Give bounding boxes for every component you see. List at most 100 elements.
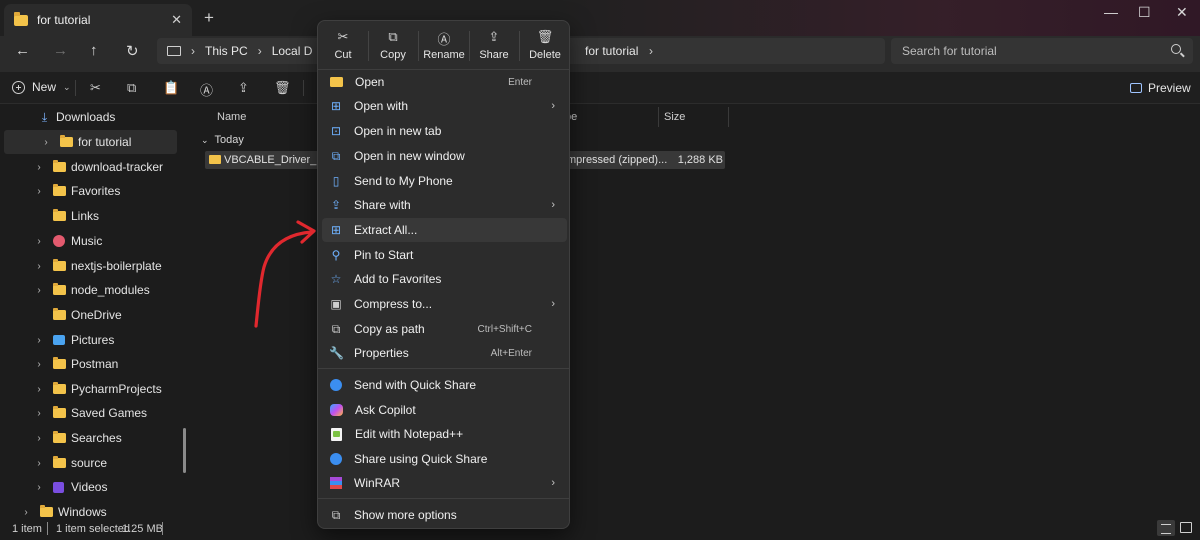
expand-chevron-icon[interactable]: › [34, 359, 44, 370]
menu-item-open-with[interactable]: ⊞ Open with › [322, 94, 567, 118]
copy-button[interactable]: ⧉ Copy [368, 29, 418, 65]
menu-item-share-with[interactable]: ⇪ Share with › [322, 193, 567, 217]
sidebar-item-links[interactable]: Links [0, 204, 186, 228]
sidebar-item-saved-games[interactable]: › Saved Games [0, 401, 186, 425]
sidebar-item-nextjs-boilerplate[interactable]: › nextjs-boilerplate [0, 254, 186, 278]
menu-item-extract-all[interactable]: ⊞ Extract All... [322, 218, 567, 242]
breadcrumb-local-disk[interactable]: Local D [272, 44, 313, 58]
cut-icon[interactable]: ✂ [90, 80, 101, 96]
menu-item-ask-copilot[interactable]: Ask Copilot [322, 398, 567, 422]
minimize-button[interactable]: — [1104, 4, 1118, 20]
menu-item-label: Ask Copilot [355, 403, 416, 417]
menu-item-edit-notepad[interactable]: Edit with Notepad++ [322, 422, 567, 446]
details-view-button[interactable] [1157, 520, 1175, 536]
tiles-view-button[interactable] [1180, 522, 1192, 533]
expand-chevron-icon[interactable]: › [34, 433, 44, 444]
close-window-button[interactable]: ✕ [1176, 4, 1188, 21]
folder-icon [14, 11, 28, 26]
forward-button[interactable]: → [53, 42, 68, 59]
breadcrumb-for-tutorial[interactable]: for tutorial [585, 44, 638, 58]
sidebar-item-favorites[interactable]: › Favorites [0, 179, 186, 203]
menu-item-properties[interactable]: 🔧 Properties Alt+Enter [322, 341, 567, 365]
expand-chevron-icon[interactable]: › [41, 137, 51, 148]
share-icon[interactable]: ⇪ [238, 80, 249, 96]
menu-item-send-quick-share[interactable]: Send with Quick Share [322, 373, 567, 397]
sidebar-item-pycharmprojects[interactable]: › PycharmProjects [0, 377, 186, 401]
copy-icon[interactable]: ⧉ [127, 80, 136, 96]
preview-button[interactable]: Preview [1130, 81, 1191, 95]
column-divider[interactable] [728, 107, 729, 127]
sidebar-item-videos[interactable]: › Videos [0, 475, 186, 499]
back-button[interactable]: ← [15, 42, 30, 59]
menu-item-share-quick-share[interactable]: Share using Quick Share [322, 447, 567, 471]
sidebar-item-postman[interactable]: › Postman [0, 352, 186, 376]
breadcrumb-chevron-icon[interactable]: › [649, 44, 653, 58]
copilot-icon [330, 404, 343, 416]
folder-icon [330, 77, 343, 87]
up-button[interactable]: ↑ [90, 42, 98, 59]
new-tab-button[interactable]: + [204, 8, 214, 28]
menu-item-open-new-tab[interactable]: ⊡ Open in new tab [322, 119, 567, 143]
breadcrumb-chevron-icon[interactable]: › [191, 44, 195, 58]
menu-item-open-new-window[interactable]: ⧉ Open in new window [322, 144, 567, 168]
sidebar-scrollbar[interactable] [183, 428, 186, 473]
rename-icon[interactable]: Ⓐ [200, 80, 213, 99]
sidebar-item-searches[interactable]: › Searches [0, 426, 186, 450]
tab-for-tutorial[interactable]: for tutorial ✕ [4, 4, 192, 36]
delete-icon[interactable]: 🗑 [274, 80, 291, 96]
expand-chevron-icon[interactable]: › [34, 482, 44, 493]
maximize-button[interactable]: ☐ [1138, 4, 1151, 21]
breadcrumb-this-pc[interactable]: This PC [205, 44, 248, 58]
paste-icon[interactable]: 📋 [163, 80, 179, 96]
expand-chevron-icon[interactable]: › [34, 261, 44, 272]
menu-item-pin-to-start[interactable]: ⚲ Pin to Start [322, 243, 567, 267]
chevron-down-icon: ⌄ [201, 134, 209, 145]
group-header-today[interactable]: ⌄ Today [201, 134, 244, 146]
menu-divider [318, 368, 569, 369]
menu-item-add-to-favorites[interactable]: ☆ Add to Favorites [322, 267, 567, 291]
folder-icon [53, 382, 66, 394]
menu-item-label: Add to Favorites [354, 272, 442, 286]
quick-share-icon [330, 453, 342, 465]
sidebar-item-onedrive[interactable]: OneDrive [0, 303, 186, 327]
rename-button[interactable]: Ⓐ Rename [419, 29, 469, 65]
sidebar-item-source[interactable]: › source [0, 451, 186, 475]
expand-chevron-icon[interactable]: › [21, 507, 31, 518]
delete-button[interactable]: 🗑 Delete [520, 29, 570, 65]
search-icon[interactable] [1171, 44, 1181, 54]
sidebar-item-downloads[interactable]: ⤓ Downloads [0, 105, 186, 129]
sidebar-item-label: download-tracker [71, 160, 164, 174]
column-size[interactable]: Size [664, 111, 685, 123]
menu-item-compress-to[interactable]: ▣ Compress to... › [322, 292, 567, 316]
expand-chevron-icon[interactable]: › [34, 335, 44, 346]
expand-chevron-icon[interactable]: › [34, 408, 44, 419]
search-input[interactable]: Search for tutorial [891, 38, 1193, 64]
column-name[interactable]: Name [217, 111, 246, 123]
menu-item-show-more-options[interactable]: ⧉ Show more options [322, 503, 567, 527]
sidebar-item-pictures[interactable]: › Pictures [0, 328, 186, 352]
sidebar-item-for-tutorial[interactable]: › for tutorial [4, 130, 177, 154]
menu-item-copy-as-path[interactable]: ⧉ Copy as path Ctrl+Shift+C [322, 317, 567, 341]
expand-chevron-icon[interactable]: › [34, 236, 44, 247]
close-tab-icon[interactable]: ✕ [171, 12, 182, 28]
expand-chevron-icon[interactable]: › [34, 186, 44, 197]
music-icon [53, 235, 65, 247]
sidebar-item-download-tracker[interactable]: › download-tracker [0, 155, 186, 179]
menu-item-send-to-phone[interactable]: ▯ Send to My Phone [322, 169, 567, 193]
share-icon: ⇪ [488, 29, 500, 44]
cut-button[interactable]: ✂ Cut [318, 29, 368, 65]
expand-chevron-icon[interactable]: › [34, 162, 44, 173]
new-button[interactable]: New ⌄ [12, 80, 71, 94]
breadcrumb-chevron-icon[interactable]: › [258, 44, 262, 58]
expand-chevron-icon[interactable]: › [34, 384, 44, 395]
column-divider[interactable] [658, 107, 659, 127]
expand-chevron-icon[interactable]: › [34, 285, 44, 296]
sidebar-item-music[interactable]: › Music [0, 229, 186, 253]
menu-item-open[interactable]: Open Enter [322, 70, 567, 94]
sidebar-item-node-modules[interactable]: › node_modules [0, 278, 186, 302]
status-item-count: 1 item [12, 523, 42, 535]
menu-item-winrar[interactable]: WinRAR › [322, 471, 567, 495]
expand-chevron-icon[interactable]: › [34, 458, 44, 469]
refresh-button[interactable]: ↻ [126, 42, 139, 60]
share-button[interactable]: ⇪ Share [469, 29, 519, 65]
